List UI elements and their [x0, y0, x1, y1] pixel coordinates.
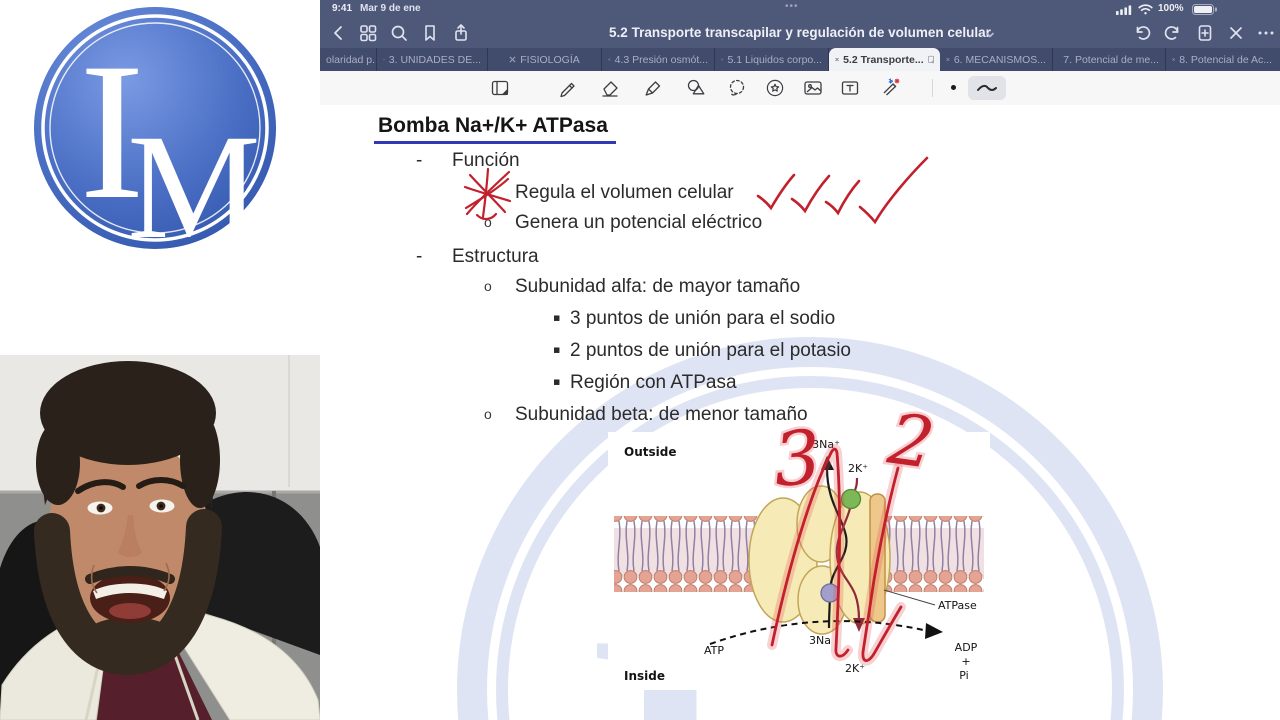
tab-bar: olaridad p... 3. UNIDADES DE... FISIOLOG… [320, 48, 1280, 71]
na-in-label: 3Na [809, 634, 831, 647]
image-icon[interactable] [801, 76, 825, 100]
k-top-label: 2K⁺ [848, 462, 868, 475]
stroke-style-button[interactable] [968, 76, 1006, 100]
note-line: ▪ 2 puntos de unión para el potasio [553, 340, 851, 361]
undo-icon[interactable] [1132, 23, 1152, 43]
add-page-icon[interactable] [1195, 23, 1215, 43]
smart-pen-icon[interactable] [878, 76, 902, 100]
drawing-toolbar [320, 71, 1280, 106]
wifi-icon [1138, 4, 1153, 15]
tab-close-icon[interactable] [946, 56, 950, 63]
note-app-window: 9:41 Mar 9 de ene ••• 100% 5.2 Transport… [320, 0, 1280, 720]
text-icon[interactable] [838, 76, 862, 100]
more-icon[interactable] [1256, 23, 1276, 43]
tab-fisiologia[interactable]: FISIOLOGÍA [488, 48, 602, 71]
bluetooth-icon [888, 78, 894, 84]
note-line: - Función [416, 150, 520, 171]
tab-close-icon[interactable] [1172, 56, 1175, 63]
signal-bars-icon [1116, 5, 1132, 15]
tab-transporte-active[interactable]: 5.2 Transporte... [829, 48, 940, 71]
lasso-icon[interactable] [725, 76, 749, 100]
note-page[interactable]: I M Bomba Na+/K+ ATPasa -Función Regula … [320, 105, 1280, 720]
webcam-view [0, 355, 320, 720]
lipid-bilayer-left [614, 516, 758, 592]
plus-label: + [961, 655, 970, 668]
note-line: - Estructura [416, 246, 539, 267]
page-view-icon[interactable] [488, 76, 512, 100]
status-more-dots: ••• [785, 1, 799, 12]
tab-unidades[interactable]: 3. UNIDADES DE... [377, 48, 488, 71]
battery-percent: 100% [1158, 3, 1184, 14]
tab-close-icon[interactable] [835, 56, 839, 63]
toolbar-divider [932, 79, 933, 97]
tab-potencial-accion[interactable]: 8. Potencial de Ac... [1166, 48, 1278, 71]
tab-osmolaridad[interactable]: olaridad p... [320, 48, 377, 71]
tab-close-icon[interactable] [509, 56, 516, 63]
shapes-icon[interactable] [684, 76, 708, 100]
left-panel: I M [0, 0, 320, 720]
tab-mecanismos[interactable]: 6. MECANISMOS... [940, 48, 1053, 71]
sticker-icon[interactable] [763, 76, 787, 100]
channel-logo: I M [34, 7, 276, 270]
tab-potencial-membrana[interactable]: 7. Potencial de me... [1053, 48, 1166, 71]
status-date: Mar 9 de ene [360, 3, 421, 14]
note-line: o Subunidad alfa: de mayor tamaño [484, 276, 801, 297]
tab-presion-osmotica[interactable]: 4.3 Presión osmót... [602, 48, 715, 71]
stroke-size-dot[interactable] [951, 85, 956, 90]
adp-label: ADP [955, 641, 978, 654]
na-k-pump-diagram: Outside Inside 3Na⁺ 2K⁺ 3Na 2K⁺ ATP ADP … [608, 432, 990, 690]
note-line: ▪ Región con ATPasa [553, 372, 737, 393]
atpase-label: ATPase [938, 599, 977, 612]
tab-close-icon[interactable] [721, 56, 724, 63]
close-icon[interactable] [1226, 23, 1246, 43]
status-bar: 9:41 Mar 9 de ene ••• 100% [320, 0, 1280, 18]
logo-letter-m: M [127, 104, 260, 270]
note-line: ▪ 3 puntos de unión para el sodio [553, 308, 836, 329]
heading-underline [374, 141, 616, 144]
inside-label: Inside [624, 669, 665, 683]
atp-label: ATP [704, 644, 724, 657]
eraser-icon[interactable] [598, 76, 622, 100]
tab-close-icon[interactable] [383, 56, 385, 63]
highlighter-icon[interactable] [641, 76, 665, 100]
k-in-label: 2K⁺ [845, 662, 865, 675]
sparkle-icon [894, 78, 900, 84]
redo-icon[interactable] [1163, 23, 1183, 43]
pen-icon[interactable] [555, 76, 579, 100]
na-out-label: 3Na⁺ [812, 438, 840, 451]
tab-liquidos[interactable]: 5.1 Liquidos corpo... [715, 48, 829, 71]
nav-bar: 5.2 Transporte transcapilar y regulación… [320, 18, 1280, 48]
stroke-curve-icon [977, 84, 997, 91]
battery-icon [1192, 4, 1217, 15]
video-frame: I M 9:41 Mar 9 de ene ••• 100% 5.2 Trans… [0, 0, 1280, 720]
k-ion-site [840, 488, 862, 510]
na-ion-site [820, 583, 840, 603]
checkmarks [756, 156, 929, 225]
tab-page-icon [927, 55, 934, 64]
note-line: Regula el volumen celular [515, 182, 734, 203]
clock: 9:41 [332, 3, 353, 14]
tab-close-icon[interactable] [608, 56, 611, 63]
note-line: o Subunidad beta: de menor tamaño [484, 404, 808, 425]
outside-label: Outside [624, 445, 676, 459]
title-chevron-icon[interactable] [985, 31, 995, 39]
pump-protein [748, 485, 891, 635]
note-line: o Genera un potencial eléctrico [484, 212, 763, 233]
note-heading: Bomba Na+/K+ ATPasa [378, 114, 608, 137]
pi-label: Pi [959, 669, 968, 682]
